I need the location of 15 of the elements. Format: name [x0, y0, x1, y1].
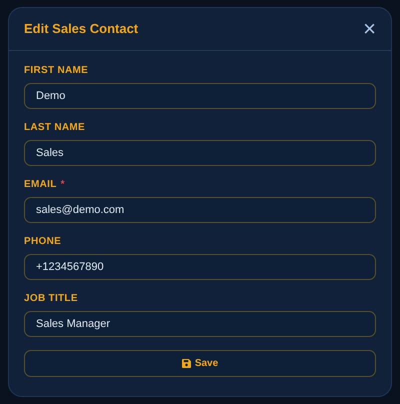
close-button[interactable]: × [363, 18, 376, 40]
field-label: EMAIL [24, 179, 57, 190]
input-field[interactable]: sales@demo.com [24, 197, 376, 223]
field-label: JOB TITLE [24, 293, 78, 304]
field-label: LAST NAME [24, 122, 86, 133]
input-field[interactable]: +1234567890 [24, 254, 376, 280]
input-field[interactable]: Sales Manager [24, 311, 376, 337]
field-label: FIRST NAME [24, 65, 88, 76]
dialog-title: Edit Sales Contact [24, 20, 138, 38]
required-mark: * [60, 179, 65, 190]
input-field[interactable]: Sales [24, 140, 376, 166]
save-icon [182, 359, 191, 368]
input-field[interactable]: Demo [24, 83, 376, 109]
save-button[interactable]: Save [24, 350, 376, 377]
field-label: PHONE [24, 236, 62, 247]
